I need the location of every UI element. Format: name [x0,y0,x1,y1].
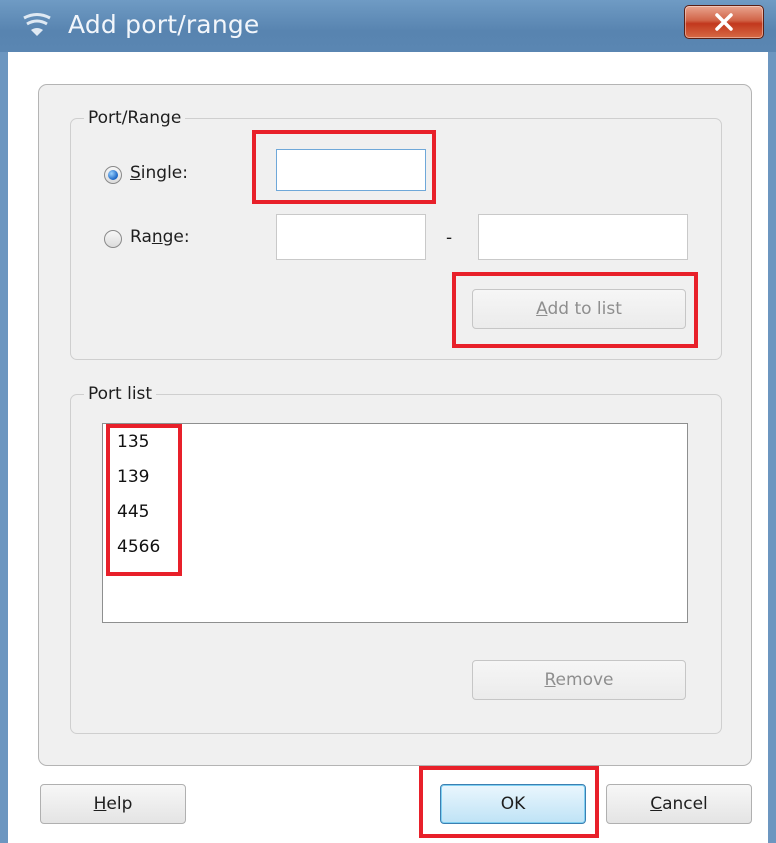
single-radio[interactable] [104,166,122,184]
help-button[interactable]: Help [40,784,186,824]
close-icon [714,13,734,31]
single-input-highlight [252,130,436,204]
range-label[interactable]: Range: [130,227,190,247]
range-radio[interactable] [104,230,122,248]
close-button[interactable] [684,5,764,39]
range-from-input[interactable] [276,214,426,260]
range-separator: - [446,228,453,248]
single-label[interactable]: Single: [130,163,188,183]
port-list-items-highlight [106,424,182,576]
window-frame-left [0,52,8,843]
remove-label: Remove [544,670,614,690]
ok-button-highlight [419,766,599,838]
window-frame-right [768,52,776,843]
range-to-input[interactable] [478,214,688,260]
add-to-list-highlight [452,272,698,348]
cancel-button[interactable]: Cancel [606,784,752,824]
remove-button[interactable]: Remove [472,660,686,700]
network-shield-icon [22,12,52,38]
port-list-group-title: Port list [84,384,157,404]
help-label: Help [93,794,133,814]
port-list[interactable]: 135 139 445 4566 [102,423,688,623]
title-bar[interactable]: Add port/range [0,0,776,52]
port-range-group-title: Port/Range [84,108,186,128]
cancel-label: Cancel [650,794,708,814]
window-title: Add port/range [68,10,260,39]
